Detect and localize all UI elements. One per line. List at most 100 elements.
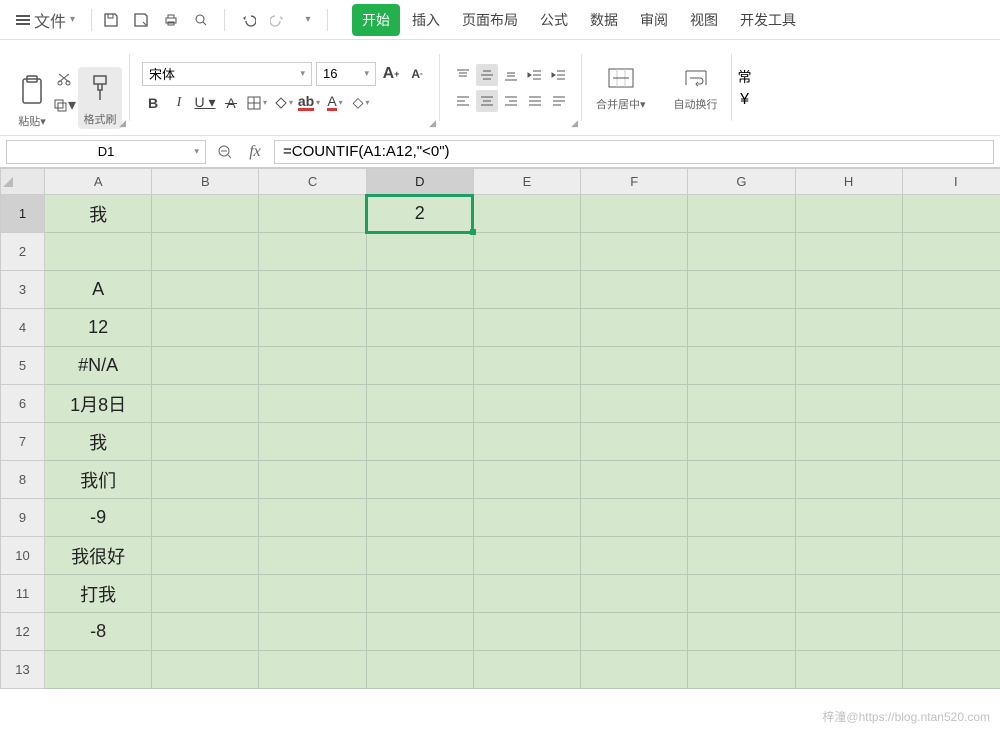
currency-icon[interactable]: ¥: [740, 91, 749, 109]
save-icon[interactable]: [100, 9, 122, 31]
cell[interactable]: [581, 309, 688, 347]
cell[interactable]: [902, 537, 1000, 575]
dialog-launcher-icon[interactable]: ◢: [571, 118, 578, 129]
cell[interactable]: [688, 195, 795, 233]
clear-format-icon[interactable]: ◇: [350, 92, 372, 114]
cut-icon[interactable]: [52, 69, 76, 89]
cell[interactable]: [152, 537, 259, 575]
column-header[interactable]: I: [902, 169, 1000, 195]
cell[interactable]: [795, 461, 902, 499]
tab-dev-tools[interactable]: 开发工具: [730, 4, 806, 36]
cell[interactable]: [795, 195, 902, 233]
cell[interactable]: [902, 575, 1000, 613]
merge-center-icon[interactable]: [607, 64, 635, 92]
font-size-dropdown[interactable]: 16: [316, 62, 376, 86]
spreadsheet-grid[interactable]: ABCDEFGHI 1我223A4125#N/A61月8日7我8我们9-910我…: [0, 168, 1000, 735]
cell[interactable]: [473, 651, 580, 689]
cell[interactable]: [795, 347, 902, 385]
align-right-icon[interactable]: [500, 90, 522, 112]
row-header[interactable]: 7: [1, 423, 45, 461]
cell[interactable]: [473, 309, 580, 347]
tab-data[interactable]: 数据: [580, 4, 628, 36]
cell[interactable]: [152, 423, 259, 461]
cell[interactable]: [688, 613, 795, 651]
cell[interactable]: [902, 309, 1000, 347]
zoom-out-icon[interactable]: [214, 141, 236, 163]
decrease-indent-icon[interactable]: [524, 64, 546, 86]
cell[interactable]: [902, 499, 1000, 537]
undo-icon[interactable]: [237, 9, 259, 31]
cell[interactable]: [152, 233, 259, 271]
row-header[interactable]: 4: [1, 309, 45, 347]
chevron-down-icon[interactable]: ▾: [297, 9, 319, 31]
cell[interactable]: [902, 423, 1000, 461]
cell[interactable]: [795, 385, 902, 423]
cell[interactable]: [581, 651, 688, 689]
paste-button[interactable]: [14, 71, 50, 111]
highlight-color-icon[interactable]: ab: [298, 92, 320, 114]
row-header[interactable]: 6: [1, 385, 45, 423]
italic-icon[interactable]: I: [168, 92, 190, 114]
cell[interactable]: [473, 347, 580, 385]
cell[interactable]: [581, 385, 688, 423]
tab-formula[interactable]: 公式: [530, 4, 578, 36]
cell[interactable]: [473, 233, 580, 271]
formula-input[interactable]: =COUNTIF(A1:A12,"<0"): [274, 140, 994, 164]
cell[interactable]: [581, 233, 688, 271]
cell[interactable]: -8: [45, 613, 152, 651]
cell[interactable]: [259, 385, 366, 423]
strikethrough-icon[interactable]: A: [220, 92, 242, 114]
column-header[interactable]: A: [45, 169, 152, 195]
cell[interactable]: #N/A: [45, 347, 152, 385]
cell[interactable]: [688, 233, 795, 271]
cell[interactable]: [795, 423, 902, 461]
cell[interactable]: 我: [45, 423, 152, 461]
cell[interactable]: [45, 233, 152, 271]
cell[interactable]: [688, 385, 795, 423]
cell[interactable]: 我们: [45, 461, 152, 499]
cell[interactable]: [366, 271, 473, 309]
fill-color-icon[interactable]: [272, 92, 294, 114]
cell[interactable]: [259, 233, 366, 271]
row-header[interactable]: 8: [1, 461, 45, 499]
cell[interactable]: [366, 461, 473, 499]
distribute-icon[interactable]: [548, 90, 570, 112]
cell[interactable]: [366, 537, 473, 575]
tab-start[interactable]: 开始: [352, 4, 400, 36]
cell[interactable]: [581, 499, 688, 537]
cell[interactable]: [688, 271, 795, 309]
cell[interactable]: [473, 271, 580, 309]
underline-icon[interactable]: U ▾: [194, 92, 216, 114]
cell[interactable]: [366, 499, 473, 537]
cell[interactable]: [688, 309, 795, 347]
cell[interactable]: [581, 575, 688, 613]
cell[interactable]: A: [45, 271, 152, 309]
align-left-icon[interactable]: [452, 90, 474, 112]
row-header[interactable]: 11: [1, 575, 45, 613]
cell[interactable]: [795, 537, 902, 575]
align-top-icon[interactable]: [452, 64, 474, 86]
cell[interactable]: [581, 537, 688, 575]
align-center-icon[interactable]: [476, 90, 498, 112]
column-header[interactable]: C: [259, 169, 366, 195]
cell[interactable]: [688, 537, 795, 575]
cell[interactable]: [259, 423, 366, 461]
cell[interactable]: [473, 575, 580, 613]
cell[interactable]: [45, 651, 152, 689]
cell[interactable]: 12: [45, 309, 152, 347]
cell[interactable]: [366, 309, 473, 347]
cell[interactable]: [152, 461, 259, 499]
column-header[interactable]: D: [366, 169, 473, 195]
cell[interactable]: [688, 423, 795, 461]
cell[interactable]: [259, 309, 366, 347]
row-header[interactable]: 1: [1, 195, 45, 233]
cell[interactable]: [795, 271, 902, 309]
cell[interactable]: [152, 271, 259, 309]
cell[interactable]: [795, 613, 902, 651]
font-color-icon[interactable]: A: [324, 92, 346, 114]
cell[interactable]: 我很好: [45, 537, 152, 575]
tab-review[interactable]: 审阅: [630, 4, 678, 36]
cell[interactable]: [795, 499, 902, 537]
bold-icon[interactable]: B: [142, 92, 164, 114]
cell[interactable]: [259, 575, 366, 613]
